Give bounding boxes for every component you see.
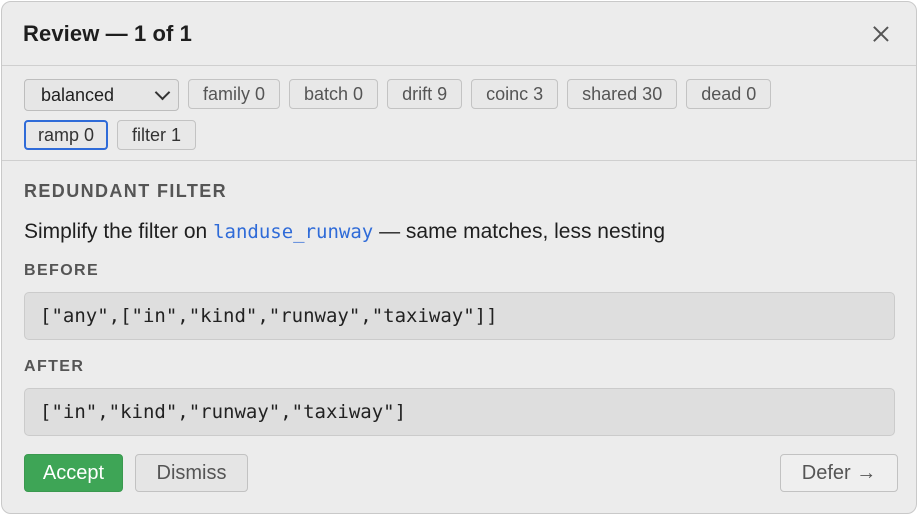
description-suffix: — same matches, less nesting (373, 220, 666, 243)
description-prefix: Simplify the filter on (24, 220, 214, 243)
suggestion-category: REDUNDANT FILTER (24, 181, 228, 201)
layer-name: landuse_runway (213, 221, 374, 243)
chip-drift[interactable]: drift 9 (387, 79, 463, 109)
review-dialog: Review — 1 of 1 balanced family 0 batch … (1, 1, 917, 514)
mode-select-value: balanced (41, 84, 115, 105)
action-bar: Accept Dismiss Defer → (24, 454, 898, 492)
chip-shared[interactable]: shared 30 (567, 79, 678, 109)
dialog-title: Review — 1 of 1 (23, 20, 193, 46)
filter-row-2: ramp 0 filter 1 (24, 120, 895, 150)
defer-button[interactable]: Defer → (780, 454, 898, 492)
dialog-header: Review — 1 of 1 (2, 2, 916, 66)
filter-row-1: balanced family 0 batch 0 drift 9 coinc … (24, 79, 895, 111)
after-label: AFTER (24, 358, 85, 375)
chip-family[interactable]: family 0 (188, 79, 281, 109)
accept-button[interactable]: Accept (24, 454, 123, 492)
mode-select[interactable]: balanced (24, 79, 179, 111)
chip-coinc[interactable]: coinc 3 (471, 79, 559, 109)
suggestion-body: REDUNDANT FILTER Simplify the filter on … (2, 161, 916, 436)
suggestion-description: Simplify the filter on landuse_runway — … (24, 220, 895, 244)
filter-bar: balanced family 0 batch 0 drift 9 coinc … (2, 66, 916, 161)
before-code: ["any",["in","kind","runway","taxiway"]] (24, 292, 895, 340)
chevron-down-icon (154, 84, 171, 100)
chip-dead[interactable]: dead 0 (686, 79, 772, 109)
chip-batch[interactable]: batch 0 (289, 79, 379, 109)
chip-filter[interactable]: filter 1 (117, 120, 197, 150)
close-icon[interactable] (868, 21, 894, 47)
dismiss-button[interactable]: Dismiss (135, 454, 248, 492)
after-code: ["in","kind","runway","taxiway"] (24, 388, 895, 436)
before-label: BEFORE (24, 262, 100, 279)
chip-ramp[interactable]: ramp 0 (24, 120, 109, 150)
